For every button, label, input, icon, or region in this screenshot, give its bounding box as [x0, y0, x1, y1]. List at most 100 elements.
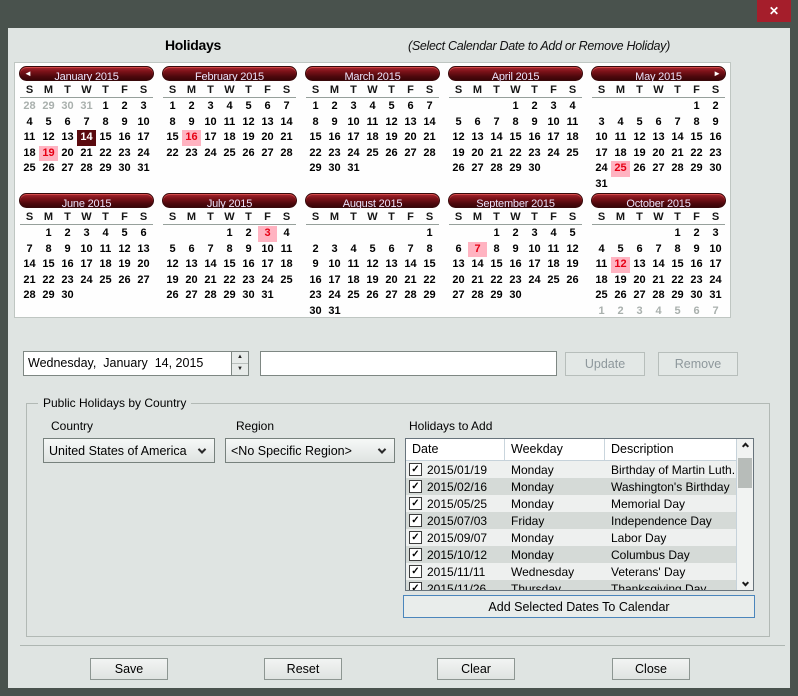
calendar-date[interactable]: 23 — [506, 273, 525, 289]
calendar-date[interactable]: 30 — [525, 161, 544, 177]
calendar-date[interactable]: 16 — [115, 130, 134, 146]
calendar-date[interactable]: 15 — [39, 257, 58, 273]
calendar-date[interactable]: 23 — [115, 146, 134, 162]
country-dropdown[interactable]: United States of America — [43, 438, 215, 463]
table-row[interactable]: ✓2015/05/25MondayMemorial Day — [406, 495, 753, 512]
calendar-date[interactable]: 5 — [630, 115, 649, 131]
calendar-date[interactable]: 8 — [96, 115, 115, 131]
calendar-date[interactable]: 24 — [525, 273, 544, 289]
calendar-date[interactable]: 2 — [239, 226, 258, 242]
calendar-date[interactable]: 6 — [687, 304, 706, 320]
calendar-date[interactable]: 24 — [706, 273, 725, 289]
calendar-date[interactable]: 31 — [134, 161, 153, 177]
calendar-date[interactable]: 14 — [420, 115, 439, 131]
calendar-date[interactable]: 3 — [325, 242, 344, 258]
calendar-date[interactable]: 21 — [77, 146, 96, 162]
calendar-date[interactable]: 14 — [77, 130, 96, 146]
calendar-date[interactable]: 20 — [401, 130, 420, 146]
table-scrollbar[interactable] — [736, 439, 753, 590]
calendar-date[interactable]: 21 — [20, 273, 39, 289]
calendar-date[interactable]: 19 — [163, 273, 182, 289]
calendar-date[interactable]: 4 — [344, 242, 363, 258]
calendar-date[interactable]: 5 — [668, 304, 687, 320]
calendar-date[interactable]: 5 — [363, 242, 382, 258]
calendar-date[interactable]: 22 — [420, 273, 439, 289]
calendar-date[interactable]: 7 — [401, 242, 420, 258]
calendar-date[interactable]: 25 — [344, 288, 363, 304]
calendar-date[interactable]: 24 — [258, 273, 277, 289]
calendar-date[interactable]: 3 — [77, 226, 96, 242]
calendar-date[interactable]: 24 — [134, 146, 153, 162]
calendar-date[interactable]: 2 — [706, 99, 725, 115]
calendar-date[interactable]: 1 — [506, 99, 525, 115]
calendar-date[interactable]: 31 — [77, 99, 96, 115]
calendar-date[interactable]: 4 — [96, 226, 115, 242]
column-header-description[interactable]: Description — [605, 439, 736, 460]
calendar-date[interactable]: 6 — [401, 99, 420, 115]
calendar-date[interactable]: 20 — [258, 130, 277, 146]
calendar-date[interactable]: 19 — [630, 146, 649, 162]
calendar-date[interactable]: 31 — [344, 161, 363, 177]
row-checkbox[interactable]: ✓ — [409, 497, 422, 510]
calendar-date[interactable]: 25 — [96, 273, 115, 289]
calendar-date[interactable]: 18 — [592, 273, 611, 289]
calendar-date[interactable]: 4 — [363, 99, 382, 115]
calendar-date[interactable]: 8 — [39, 242, 58, 258]
calendar-date[interactable]: 17 — [201, 130, 220, 146]
calendar-date[interactable]: 28 — [20, 288, 39, 304]
calendar-date[interactable]: 28 — [20, 99, 39, 115]
calendar-date[interactable]: 24 — [344, 146, 363, 162]
calendar-date[interactable]: 14 — [277, 115, 296, 131]
calendar-date[interactable]: 30 — [325, 161, 344, 177]
calendar-date[interactable]: 23 — [706, 146, 725, 162]
calendar-date[interactable]: 9 — [506, 242, 525, 258]
calendar-date[interactable]: 31 — [325, 304, 344, 320]
calendar-date[interactable]: 9 — [325, 115, 344, 131]
calendar-date[interactable]: 7 — [20, 242, 39, 258]
calendar-date[interactable]: 1 — [487, 226, 506, 242]
row-checkbox[interactable]: ✓ — [409, 480, 422, 493]
calendar-date[interactable]: 7 — [649, 242, 668, 258]
calendar-date[interactable]: 28 — [277, 146, 296, 162]
calendar-date[interactable]: 11 — [544, 242, 563, 258]
calendar-date[interactable]: 18 — [96, 257, 115, 273]
calendar-date[interactable]: 12 — [630, 130, 649, 146]
calendar-date[interactable]: 20 — [630, 273, 649, 289]
calendar-date[interactable]: 6 — [382, 242, 401, 258]
calendar-date[interactable]: 4 — [563, 99, 582, 115]
scrollbar-thumb[interactable] — [738, 458, 752, 488]
calendar-date[interactable]: 18 — [344, 273, 363, 289]
calendar-date[interactable]: 7 — [706, 304, 725, 320]
calendar-date[interactable]: 20 — [182, 273, 201, 289]
calendar-date[interactable]: 2 — [115, 99, 134, 115]
calendar-date[interactable]: 8 — [668, 242, 687, 258]
calendar-date[interactable]: 30 — [687, 288, 706, 304]
calendar-date[interactable]: 15 — [487, 257, 506, 273]
calendar-date[interactable]: 13 — [58, 130, 77, 146]
calendar-date[interactable]: 19 — [611, 273, 630, 289]
calendar-date[interactable]: 5 — [239, 99, 258, 115]
calendar-date[interactable]: 14 — [20, 257, 39, 273]
calendar-date[interactable]: 7 — [420, 99, 439, 115]
table-row[interactable]: ✓2015/02/16MondayWashington's Birthday — [406, 478, 753, 495]
calendar-date[interactable]: 27 — [649, 161, 668, 177]
row-checkbox[interactable]: ✓ — [409, 582, 422, 591]
calendar-date[interactable]: 19 — [449, 146, 468, 162]
calendar-date[interactable]: 28 — [649, 288, 668, 304]
calendar-date[interactable]: 26 — [611, 288, 630, 304]
calendar-date[interactable]: 4 — [592, 242, 611, 258]
calendar-date[interactable]: 3 — [525, 226, 544, 242]
calendar-date[interactable]: 27 — [630, 288, 649, 304]
calendar-date[interactable]: 17 — [592, 146, 611, 162]
calendar-date[interactable]: 16 — [182, 130, 201, 146]
add-selected-dates-button[interactable]: Add Selected Dates To Calendar — [403, 595, 755, 618]
calendar-date[interactable]: 10 — [201, 115, 220, 131]
calendar-date[interactable]: 5 — [382, 99, 401, 115]
calendar-date[interactable]: 13 — [134, 242, 153, 258]
calendar-date[interactable]: 15 — [163, 130, 182, 146]
calendar-date[interactable]: 25 — [592, 288, 611, 304]
calendar-date[interactable]: 23 — [687, 273, 706, 289]
calendar-date[interactable]: 18 — [544, 257, 563, 273]
calendar-date[interactable]: 13 — [382, 257, 401, 273]
row-checkbox[interactable]: ✓ — [409, 531, 422, 544]
